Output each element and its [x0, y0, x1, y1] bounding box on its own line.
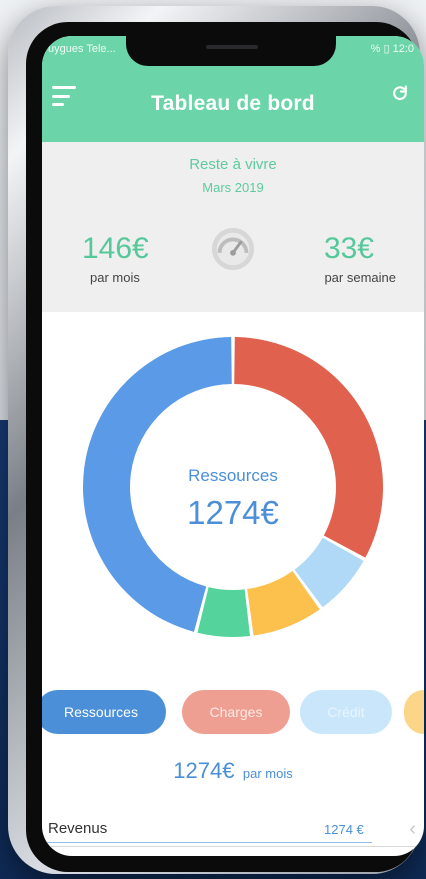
phone-frame: uygues Tele... % ▯ 12:0 Tableau de bord … [8, 6, 424, 874]
summary-panel: Reste à vivre Mars 2019 146€ par mois 33… [42, 142, 424, 312]
weekly-value: 33€ [323, 232, 374, 265]
tab-more[interactable] [404, 690, 424, 734]
chevron-left-icon[interactable]: ‹ [409, 818, 416, 841]
page-title: Tableau de bord [151, 92, 315, 115]
tab-credit[interactable]: Crédit [300, 690, 392, 734]
monthly-label: par mois [90, 270, 140, 285]
donut-svg [82, 337, 383, 637]
total-value: 1274€ [173, 758, 235, 783]
list-item[interactable]: Revenus 1274 € ‹ [42, 816, 424, 847]
tab-ressources[interactable]: Ressources [42, 690, 166, 734]
monthly-value: 146€ [82, 232, 149, 265]
period-month[interactable]: Mars 2019 [42, 180, 424, 195]
donut-chart[interactable]: Ressources 1274€ [82, 336, 384, 638]
total-summary: 1274€ par mois [42, 758, 424, 784]
app-bar: Tableau de bord [42, 62, 424, 142]
row-label: Revenus [48, 820, 108, 837]
refresh-icon[interactable] [390, 84, 410, 104]
status-right: % ▯ 12:0 [371, 42, 414, 55]
gauge-icon [211, 227, 255, 271]
phone-notch [126, 36, 336, 66]
app-screen: uygues Tele... % ▯ 12:0 Tableau de bord … [42, 36, 424, 856]
donut-slice[interactable] [197, 587, 251, 637]
category-tabs: Ressources Charges Crédit [42, 690, 424, 734]
total-unit: par mois [242, 766, 293, 781]
row-underline [42, 842, 372, 843]
tab-charges[interactable]: Charges [182, 690, 290, 734]
weekly-label: par semaine [324, 270, 396, 285]
donut-center-value: 1274€ [187, 494, 279, 531]
donut-center-label: Ressources [188, 466, 278, 485]
row-value: 1274 € [324, 822, 364, 837]
reste-a-vivre-label: Reste à vivre [189, 156, 277, 173]
carrier-text: uygues Tele... [48, 43, 116, 55]
status-right-text: % ▯ 12:0 [370, 43, 414, 55]
